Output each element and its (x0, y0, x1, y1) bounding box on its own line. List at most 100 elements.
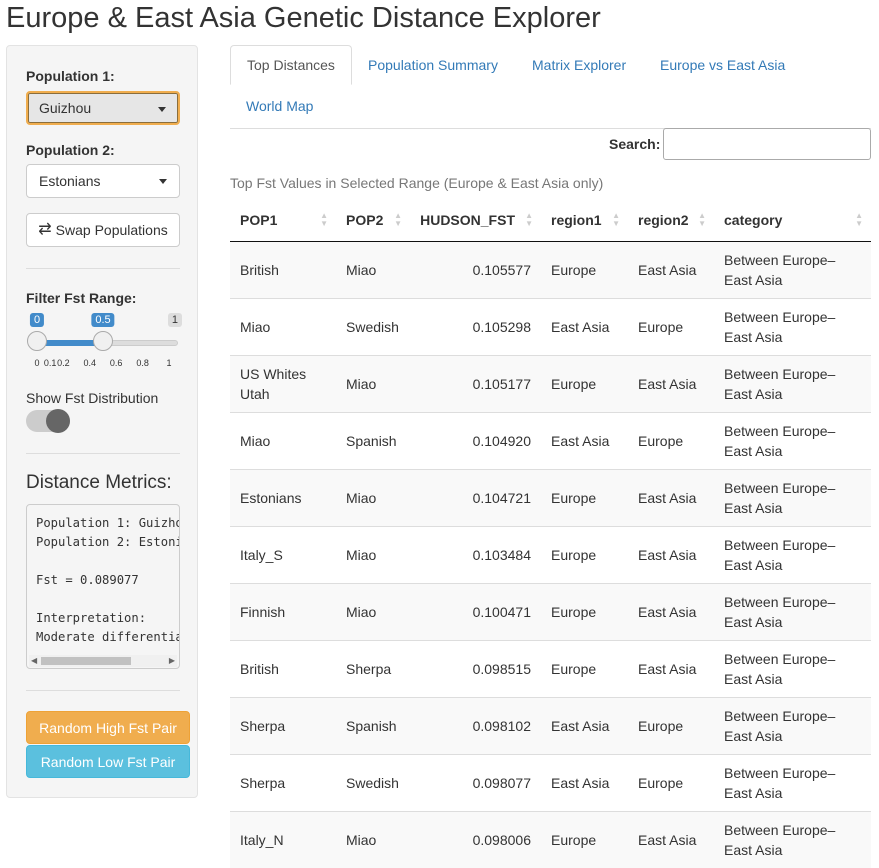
cell-region2: East Asia (628, 468, 714, 526)
cell-region1: East Asia (541, 297, 628, 355)
population-1-label: Population 1: (26, 68, 115, 84)
slider-tick-label: 0.1 (43, 358, 57, 368)
cell-category: Between Europe–East Asia (714, 696, 871, 754)
cell-category: Between Europe–East Asia (714, 582, 871, 640)
cell-hudson-fst: 0.098077 (410, 753, 541, 811)
slider-max-value: 0.5 (91, 313, 115, 327)
table-row[interactable]: Miao Swedish 0.105298 East Asia Europe Betwee… (230, 297, 871, 355)
tab-matrix-explorer[interactable]: Matrix Explorer (516, 45, 642, 85)
scroll-right-icon[interactable]: ▶ (169, 655, 175, 667)
cell-pop2: Swedish (336, 753, 410, 811)
column-header-category[interactable]: category ▲ ▼ (714, 200, 871, 242)
scroll-left-icon[interactable]: ◀ (31, 655, 37, 667)
cell-region2: East Asia (628, 582, 714, 640)
cell-category: Between Europe–East Asia (714, 810, 871, 868)
population-2-value: Estonians (39, 173, 101, 189)
slider-min-handle[interactable] (27, 331, 47, 351)
cell-category: Between Europe–East Asia (714, 240, 871, 298)
table-caption: Top Fst Values in Selected Range (Europe… (230, 175, 604, 191)
show-distribution-label: Show Fst Distribution (26, 390, 159, 406)
tab-bar: Top Distances Population Summary Matrix … (230, 45, 871, 129)
table-row[interactable]: Italy_N Miao 0.098006 Europe East Asia Betwee… (230, 810, 871, 868)
chevron-down-icon (159, 179, 167, 184)
slider-range-max: 1 (167, 313, 182, 327)
cell-hudson-fst: 0.100471 (410, 582, 541, 640)
cell-category: Between Europe–East Asia (714, 411, 871, 469)
sort-icon: ▲ ▼ (525, 211, 533, 228)
random-high-fst-button[interactable]: Random High Fst Pair (26, 711, 190, 744)
cell-region2: East Asia (628, 240, 714, 298)
table-header-row: POP1 ▲ ▼ POP2 ▲ ▼ HUDSON_FST ▲ ▼ region1 ▲ ▼ reg… (230, 200, 871, 242)
sort-icon: ▲ ▼ (612, 211, 620, 228)
slider-tick-label: 0.4 (83, 358, 97, 368)
cell-category: Between Europe–East Asia (714, 354, 871, 412)
divider (26, 690, 180, 691)
column-header-region1[interactable]: region1 ▲ ▼ (541, 200, 628, 242)
show-distribution-toggle[interactable] (26, 409, 70, 433)
cell-region1: Europe (541, 810, 628, 868)
table-row[interactable]: British Miao 0.105577 Europe East Asia Betwee… (230, 240, 871, 298)
cell-pop1: Miao (230, 411, 336, 469)
slider-tick-label: 0.2 (57, 358, 70, 368)
swap-populations-button[interactable]: ⇄ Swap Populations (26, 213, 180, 247)
sort-icon: ▲ ▼ (698, 211, 706, 228)
search-label: Search: (609, 136, 661, 152)
cell-pop2: Sherpa (336, 639, 410, 697)
sort-icon: ▲ ▼ (394, 211, 402, 228)
cell-category: Between Europe–East Asia (714, 297, 871, 355)
column-header-region2[interactable]: region2 ▲ ▼ (628, 200, 714, 242)
cell-hudson-fst: 0.098006 (410, 810, 541, 868)
slider-max-handle[interactable] (93, 331, 113, 351)
random-low-fst-button[interactable]: Random Low Fst Pair (26, 745, 190, 778)
distance-metrics-output[interactable]: Population 1: Guizhou Population 2: Esto… (26, 504, 180, 669)
cell-pop1: Estonians (230, 468, 336, 526)
chevron-down-icon (158, 107, 166, 112)
column-header-hudson-fst[interactable]: HUDSON_FST ▲ ▼ (410, 200, 541, 242)
cell-pop1: US Whites Utah (230, 354, 336, 412)
cell-pop2: Spanish (336, 411, 410, 469)
population-1-select[interactable]: Guizhou (26, 91, 180, 125)
tab-europe-vs-east-asia[interactable]: Europe vs East Asia (644, 45, 801, 85)
cell-pop2: Miao (336, 240, 410, 298)
cell-region2: East Asia (628, 639, 714, 697)
divider (26, 268, 180, 269)
cell-hudson-fst: 0.105298 (410, 297, 541, 355)
cell-pop1: Miao (230, 297, 336, 355)
table-row[interactable]: Miao Spanish 0.104920 East Asia Europe Betwee… (230, 411, 871, 469)
cell-region1: East Asia (541, 411, 628, 469)
sort-icon: ▲ ▼ (855, 211, 863, 228)
column-header-pop1[interactable]: POP1 ▲ ▼ (230, 200, 336, 242)
scrollbar-thumb[interactable] (41, 657, 131, 665)
population-2-select[interactable]: Estonians (26, 164, 180, 198)
cell-region2: East Asia (628, 525, 714, 583)
cell-region1: Europe (541, 354, 628, 412)
tab-world-map[interactable]: World Map (230, 86, 329, 126)
cell-region2: Europe (628, 696, 714, 754)
search-input[interactable] (663, 128, 871, 160)
table-row[interactable]: Sherpa Spanish 0.098102 East Asia Europe Betw… (230, 696, 871, 754)
tab-top-distances[interactable]: Top Distances (230, 45, 352, 85)
table-row[interactable]: British Sherpa 0.098515 Europe East Asia Betw… (230, 639, 871, 697)
horizontal-scrollbar[interactable]: ◀ ▶ (29, 655, 177, 667)
cell-pop2: Miao (336, 354, 410, 412)
cell-pop1: Italy_N (230, 810, 336, 868)
table-row[interactable]: Finnish Miao 0.100471 Europe East Asia Betwee… (230, 582, 871, 640)
table-row[interactable]: US Whites Utah Miao 0.105177 Europe East Asi… (230, 354, 871, 412)
cell-hudson-fst: 0.104920 (410, 411, 541, 469)
table-row[interactable]: Sherpa Swedish 0.098077 East Asia Europe Betw… (230, 753, 871, 811)
sidebar-panel: Population 1: Guizhou Population 2: Esto… (6, 45, 198, 798)
table-row[interactable]: Italy_S Miao 0.103484 Europe East Asia Betwee… (230, 525, 871, 583)
table-row[interactable]: Estonians Miao 0.104721 Europe East Asia Betw… (230, 468, 871, 526)
sort-icon: ▲ ▼ (320, 211, 328, 228)
tab-population-summary[interactable]: Population Summary (352, 45, 514, 85)
fst-range-slider[interactable]: 0 0.5 1 0 0.1 0.2 0.4 0.6 0.8 1 (26, 312, 182, 372)
cell-hudson-fst: 0.103484 (410, 525, 541, 583)
cell-region1: Europe (541, 639, 628, 697)
cell-pop2: Swedish (336, 297, 410, 355)
column-header-pop2[interactable]: POP2 ▲ ▼ (336, 200, 410, 242)
divider (26, 453, 180, 454)
swap-populations-label: Swap Populations (55, 222, 168, 238)
cell-category: Between Europe–East Asia (714, 639, 871, 697)
cell-pop1: British (230, 240, 336, 298)
cell-pop1: Finnish (230, 582, 336, 640)
